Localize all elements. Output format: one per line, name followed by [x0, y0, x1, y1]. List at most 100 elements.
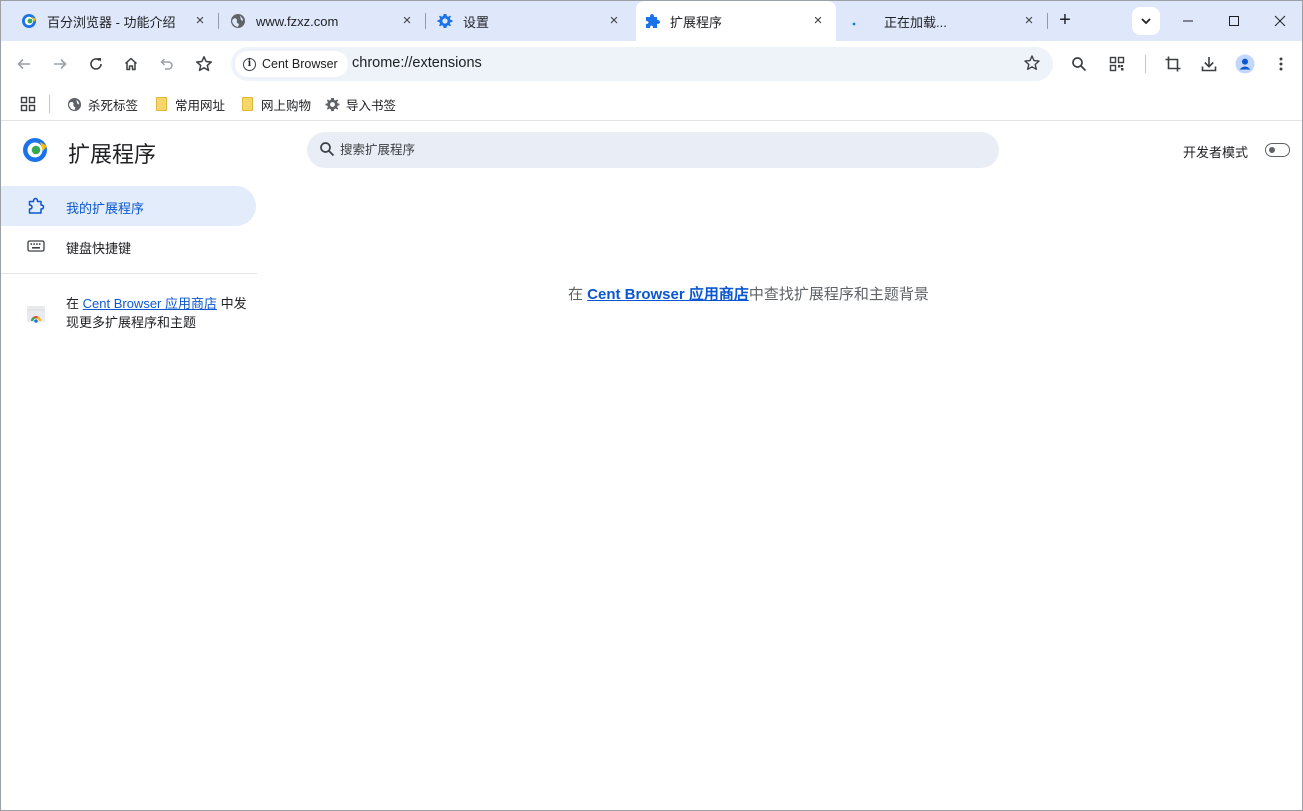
site-info-chip[interactable]: i Cent Browser: [235, 51, 348, 77]
extensions-search[interactable]: [307, 132, 999, 168]
profile-button[interactable]: [1231, 50, 1259, 78]
empty-state-store-link[interactable]: Cent Browser 应用商店: [587, 286, 749, 303]
reload-icon: [90, 58, 102, 70]
undo-close-tab-button[interactable]: [153, 50, 181, 78]
arrow-left-icon: [17, 58, 30, 70]
apps-button[interactable]: [20, 94, 36, 114]
url-text[interactable]: chrome://extensions: [352, 55, 482, 71]
tab-search-button[interactable]: [1132, 7, 1160, 35]
search-input[interactable]: [340, 140, 980, 160]
tab-extensions[interactable]: 扩展程序 ×: [636, 1, 836, 41]
promo-prefix: 在: [66, 296, 83, 311]
undo-icon: [160, 58, 173, 70]
new-tab-button[interactable]: +: [1053, 9, 1077, 33]
toggle-knob: [1269, 147, 1275, 153]
star-icon: [196, 56, 212, 72]
site-info-label: Cent Browser: [262, 57, 338, 71]
tab-title: 扩展程序: [670, 14, 723, 30]
globe-icon: [66, 96, 82, 112]
empty-prefix: 在: [568, 286, 588, 303]
close-icon[interactable]: ×: [810, 13, 826, 29]
tab-title: www.fzxz.com: [256, 13, 339, 29]
empty-suffix: 中查找扩展程序和主题背景: [748, 286, 929, 303]
tab-settings[interactable]: 设置 ×: [425, 1, 632, 41]
tab-fzxz[interactable]: www.fzxz.com ×: [218, 1, 426, 41]
bookmark-folder-common-sites[interactable]: 常用网址: [153, 94, 225, 114]
web-store-icon: [26, 303, 46, 328]
bookmark-label: 常用网址: [175, 98, 226, 113]
downloads-button[interactable]: [1195, 50, 1223, 78]
crop-button[interactable]: [1159, 50, 1187, 78]
tab-separator: [1047, 13, 1048, 29]
bookmark-star-button[interactable]: [1023, 54, 1041, 77]
bookmark-folder-online-shopping[interactable]: 网上购物: [239, 94, 311, 114]
bookmark-label: 网上购物: [261, 98, 312, 113]
close-icon[interactable]: ×: [399, 13, 415, 29]
minimize-button[interactable]: [1165, 1, 1211, 41]
globe-icon: [230, 13, 246, 29]
download-icon: [1201, 57, 1217, 72]
tab-strip: 百分浏览器 - 功能介绍 × www.fzxz.com × 设置 × 扩展程序 …: [1, 1, 1302, 41]
back-button[interactable]: [10, 50, 38, 78]
tab-title: 正在加载...: [884, 14, 947, 30]
nav-label: 我的扩展程序: [66, 201, 145, 216]
folder-icon: [153, 96, 169, 112]
nav-keyboard-shortcuts[interactable]: 键盘快捷键: [1, 226, 256, 266]
tab-loading[interactable]: 正在加载... ×: [840, 1, 1048, 41]
nav-my-extensions[interactable]: 我的扩展程序: [1, 186, 256, 226]
empty-state-message: 在 Cent Browser 应用商店中查找扩展程序和主题背景: [568, 283, 929, 304]
home-icon: [124, 57, 138, 71]
puzzle-icon: [644, 13, 660, 29]
close-icon[interactable]: ×: [606, 13, 622, 29]
close-icon: [1274, 15, 1286, 27]
bookmark-manager-button[interactable]: [190, 50, 218, 78]
sidebar-divider: [1, 273, 257, 274]
gear-icon: [437, 13, 453, 29]
home-button[interactable]: [117, 50, 145, 78]
maximize-icon: [1229, 16, 1239, 26]
omnibox[interactable]: i Cent Browser chrome://extensions: [231, 47, 1053, 81]
qr-code-button[interactable]: [1103, 50, 1131, 78]
web-store-link[interactable]: Cent Browser 应用商店: [83, 296, 217, 311]
info-icon: i: [243, 57, 256, 71]
puzzle-outline-icon: [27, 197, 45, 215]
bookmark-kill-tabs[interactable]: 杀死标签: [66, 94, 138, 114]
page-title: 扩展程序: [68, 142, 157, 167]
close-icon[interactable]: ×: [1021, 13, 1037, 29]
bookmarks-bar: 杀死标签 常用网址 网上购物 导入书签: [1, 87, 1302, 121]
minimize-icon: [1183, 20, 1193, 22]
keyboard-icon: [27, 237, 45, 255]
tab-title: 设置: [463, 14, 490, 30]
bookmarks-divider: [49, 95, 50, 113]
star-icon: [1024, 55, 1040, 70]
toolbar: i Cent Browser chrome://extensions: [1, 41, 1302, 87]
search-icon: [1072, 57, 1087, 72]
tab-title: 百分浏览器 - 功能介绍: [47, 14, 176, 30]
avatar-icon: [1235, 54, 1255, 74]
crop-icon: [1165, 56, 1181, 72]
qr-code-icon: [1109, 56, 1125, 72]
cent-browser-icon: [21, 13, 37, 29]
developer-mode-label: 开发者模式: [1183, 145, 1249, 160]
more-vertical-icon: [1279, 57, 1283, 71]
bookmark-label: 导入书签: [346, 98, 397, 113]
search-icon: [319, 141, 335, 162]
tab-cent-browser-features[interactable]: 百分浏览器 - 功能介绍 ×: [1, 1, 219, 41]
bookmark-import[interactable]: 导入书签: [324, 94, 396, 114]
menu-button[interactable]: [1267, 50, 1295, 78]
forward-button[interactable]: [46, 50, 74, 78]
toolbar-divider: [1145, 55, 1146, 73]
web-store-promo: 在 Cent Browser 应用商店 中发现更多扩展程序和主题: [66, 294, 251, 332]
extensions-page: 扩展程序 开发者模式 我的扩展程序 键盘快捷键 在 Cent Browser 应…: [1, 122, 1302, 810]
close-window-button[interactable]: [1257, 1, 1303, 41]
gear-icon: [324, 96, 340, 112]
loading-icon: [850, 13, 866, 29]
cent-browser-logo: [22, 137, 48, 168]
reload-button[interactable]: [82, 50, 110, 78]
nav-label: 键盘快捷键: [66, 241, 132, 256]
developer-mode-toggle[interactable]: [1265, 143, 1290, 157]
search-button[interactable]: [1065, 50, 1093, 78]
maximize-button[interactable]: [1211, 1, 1257, 41]
folder-icon: [239, 96, 255, 112]
close-icon[interactable]: ×: [192, 13, 208, 29]
